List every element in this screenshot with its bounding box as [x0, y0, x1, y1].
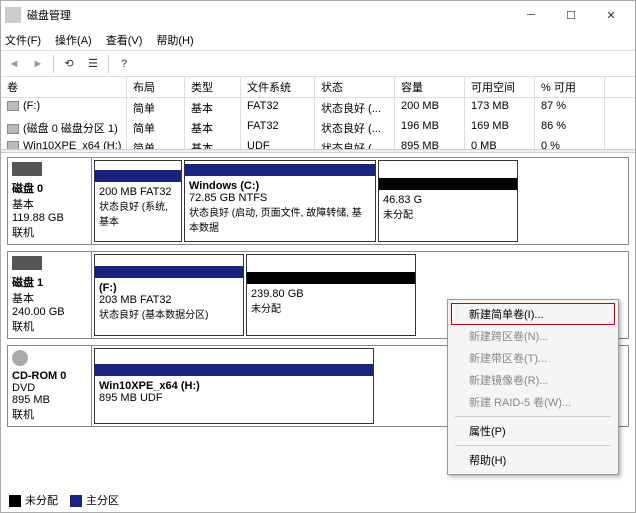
refresh-button[interactable]: ⟲ [58, 53, 80, 75]
menu-help[interactable]: 帮助(H) [156, 32, 193, 48]
col-pct[interactable]: % 可用 [535, 77, 605, 97]
col-layout[interactable]: 布局 [127, 77, 185, 97]
disk-icon [12, 350, 28, 366]
volume-row[interactable]: Win10XPE_x64 (H:)简单基本UDF状态良好 (...895 MB0… [1, 138, 635, 149]
minimize-button[interactable]: ─ [511, 1, 551, 29]
partition[interactable]: 239.80 GB未分配 [246, 254, 416, 336]
ctx-new-simple-volume[interactable]: 新建简单卷(I)... [451, 303, 615, 325]
menu-view[interactable]: 查看(V) [106, 32, 143, 48]
settings-button[interactable]: ☰ [82, 53, 104, 75]
legend-primary-label: 主分区 [86, 495, 119, 507]
forward-button[interactable]: ► [27, 53, 49, 75]
window-title: 磁盘管理 [27, 7, 511, 23]
partition[interactable]: 46.83 G未分配 [378, 160, 518, 242]
disk-icon [12, 256, 42, 270]
disk-row: 磁盘 0基本119.88 GB联机200 MB FAT32状态良好 (系统, 基… [7, 157, 629, 245]
ctx-help[interactable]: 帮助(H) [451, 449, 615, 471]
titlebar: 磁盘管理 ─ ☐ ✕ [1, 1, 635, 29]
legend-unalloc-swatch [9, 495, 21, 507]
disk-info[interactable]: 磁盘 1基本240.00 GB联机 [8, 252, 92, 338]
volume-list: 卷 布局 类型 文件系统 状态 容量 可用空间 % 可用 (F:)简单基本FAT… [1, 77, 635, 149]
legend: 未分配 主分区 [7, 490, 121, 510]
app-icon [5, 7, 21, 23]
volume-row[interactable]: (磁盘 0 磁盘分区 1)简单基本FAT32状态良好 (...196 MB169… [1, 118, 635, 138]
legend-unalloc-label: 未分配 [25, 495, 58, 507]
col-capacity[interactable]: 容量 [395, 77, 465, 97]
volume-list-header: 卷 布局 类型 文件系统 状态 容量 可用空间 % 可用 [1, 77, 635, 98]
partition[interactable]: Win10XPE_x64 (H:)895 MB UDF [94, 348, 374, 424]
partition[interactable]: 200 MB FAT32状态良好 (系统, 基本 [94, 160, 182, 242]
ctx-new-striped-volume[interactable]: 新建带区卷(T)... [451, 347, 615, 369]
disk-info[interactable]: 磁盘 0基本119.88 GB联机 [8, 158, 92, 244]
volume-row[interactable]: (F:)简单基本FAT32状态良好 (...200 MB173 MB87 % [1, 98, 635, 118]
maximize-button[interactable]: ☐ [551, 1, 591, 29]
col-volume[interactable]: 卷 [1, 77, 127, 97]
menu-action[interactable]: 操作(A) [55, 32, 92, 48]
disk-info[interactable]: CD-ROM 0DVD895 MB联机 [8, 346, 92, 426]
col-fs[interactable]: 文件系统 [241, 77, 315, 97]
partition[interactable]: Windows (C:)72.85 GB NTFS状态良好 (启动, 页面文件,… [184, 160, 376, 242]
context-menu: 新建简单卷(I)... 新建跨区卷(N)... 新建带区卷(T)... 新建镜像… [447, 299, 619, 475]
col-type[interactable]: 类型 [185, 77, 241, 97]
back-button[interactable]: ◄ [3, 53, 25, 75]
disk-icon [12, 162, 42, 176]
help-button[interactable]: ? [113, 53, 135, 75]
col-free[interactable]: 可用空间 [465, 77, 535, 97]
col-status[interactable]: 状态 [315, 77, 395, 97]
menu-file[interactable]: 文件(F) [5, 32, 41, 48]
partition[interactable]: (F:)203 MB FAT32状态良好 (基本数据分区) [94, 254, 244, 336]
ctx-new-raid5-volume[interactable]: 新建 RAID-5 卷(W)... [451, 391, 615, 413]
toolbar: ◄ ► ⟲ ☰ ? [1, 51, 635, 77]
ctx-properties[interactable]: 属性(P) [451, 420, 615, 442]
close-button[interactable]: ✕ [591, 1, 631, 29]
legend-primary-swatch [70, 495, 82, 507]
ctx-new-spanned-volume[interactable]: 新建跨区卷(N)... [451, 325, 615, 347]
ctx-new-mirrored-volume[interactable]: 新建镜像卷(R)... [451, 369, 615, 391]
menubar: 文件(F) 操作(A) 查看(V) 帮助(H) [1, 29, 635, 51]
